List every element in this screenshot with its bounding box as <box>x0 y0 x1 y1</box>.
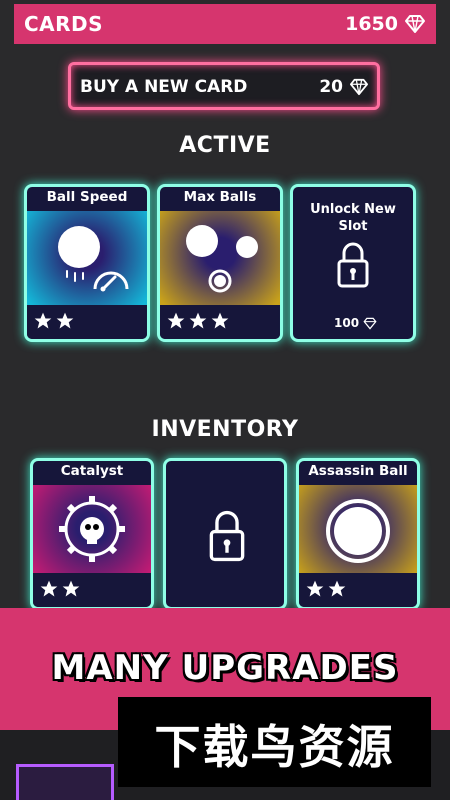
card-unlock-slot[interactable]: Unlock New Slot 100 <box>290 184 416 342</box>
card-title: Catalyst <box>60 463 124 479</box>
star-icon <box>306 580 324 597</box>
star-icon <box>167 312 185 329</box>
card-ball-speed[interactable]: Ball Speed <box>24 184 150 342</box>
star-icon <box>40 580 58 597</box>
card-title: Ball Speed <box>46 189 128 205</box>
lock-icon <box>209 510 245 562</box>
top-bar: CARDS 1650 <box>14 4 436 44</box>
card-art <box>160 211 280 305</box>
card-art <box>299 485 417 579</box>
gear-skull-icon <box>59 496 125 562</box>
card-partial <box>16 764 114 800</box>
star-icon <box>34 312 52 329</box>
diamond-icon <box>350 78 368 96</box>
card-assassin-ball[interactable]: Assassin Ball <box>296 458 420 610</box>
promo-banner-text: MANY UPGRADES <box>51 648 399 688</box>
card-title: Max Balls <box>183 189 257 205</box>
lock-icon <box>337 242 369 288</box>
card-locked-slot[interactable] <box>163 458 287 610</box>
active-section-title: ACTIVE <box>179 133 271 158</box>
card-art <box>33 485 151 579</box>
star-rating <box>27 305 147 339</box>
diamond-icon <box>363 317 377 330</box>
star-icon <box>211 312 229 329</box>
inventory-section-title: INVENTORY <box>151 417 299 442</box>
card-title: Assassin Ball <box>308 463 408 479</box>
max-balls-icon <box>186 225 258 293</box>
star-icon <box>189 312 207 329</box>
star-icon <box>56 312 74 329</box>
star-icon <box>328 580 346 597</box>
diamond-icon <box>405 15 425 33</box>
unlock-slot-price: 100 <box>334 316 360 330</box>
buy-new-card-button[interactable]: BUY A NEW CARD 20 <box>68 62 380 110</box>
page-title: CARDS <box>24 12 104 36</box>
star-rating <box>299 573 417 607</box>
star-icon <box>62 580 80 597</box>
star-rating <box>160 305 280 339</box>
gem-count: 1650 <box>345 13 398 35</box>
card-max-balls[interactable]: Max Balls <box>157 184 283 342</box>
ring-icon <box>326 499 390 563</box>
buy-button-price: 20 <box>319 77 343 97</box>
star-rating <box>33 573 151 607</box>
watermark: 下载鸟资源 <box>118 697 431 787</box>
card-art <box>27 211 147 305</box>
card-catalyst[interactable]: Catalyst <box>30 458 154 610</box>
buy-button-label: BUY A NEW CARD <box>80 77 248 97</box>
watermark-text: 下载鸟资源 <box>154 720 395 774</box>
unlock-slot-title: Unlock New Slot <box>310 202 396 234</box>
ball-speed-icon <box>58 226 129 292</box>
